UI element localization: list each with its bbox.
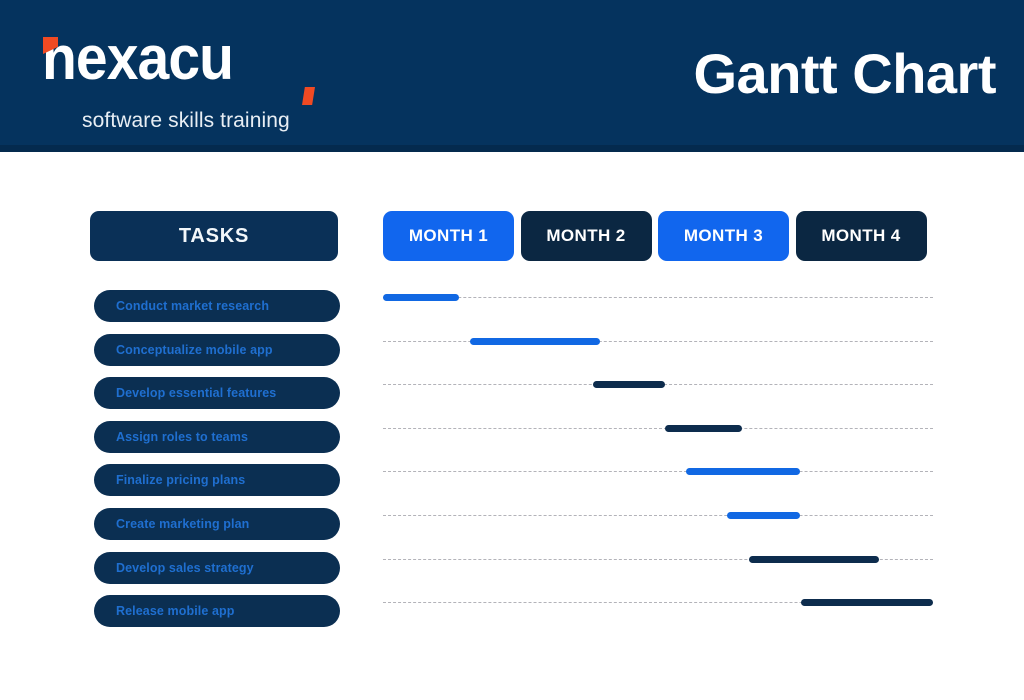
logo-tagline: software skills training <box>82 109 290 132</box>
task-pill-label: Release mobile app <box>116 604 235 619</box>
gantt-gridline <box>383 515 933 516</box>
timeline-month-headers: MONTH 1 MONTH 2 MONTH 3 MONTH 4 <box>383 211 933 261</box>
task-pill[interactable]: Conduct market research <box>94 290 340 322</box>
gantt-row <box>383 595 933 611</box>
gantt-grid <box>383 290 933 630</box>
task-pill[interactable]: Develop sales strategy <box>94 551 340 584</box>
task-pill[interactable]: Develop essential features <box>94 377 340 410</box>
tasks-column-header-label: TASKS <box>178 224 250 247</box>
gantt-row <box>383 421 933 437</box>
nexacu-logo: nexacu software skills training <box>38 24 328 131</box>
month-header-4[interactable]: MONTH 4 <box>795 211 927 261</box>
gantt-bar[interactable] <box>685 468 800 476</box>
task-pill-label: Conceptualize mobile app <box>116 342 273 357</box>
gantt-bar[interactable] <box>664 424 742 432</box>
gantt-row <box>383 290 933 306</box>
gantt-gridline <box>383 427 933 429</box>
task-list: Conduct market research Conceptualize mob… <box>94 290 340 639</box>
logo-accent-bottom-right-icon <box>302 87 315 105</box>
gantt-chart-page: nexacu software skills training Gantt Ch… <box>0 0 1024 700</box>
logo-wordmark: nexacu <box>42 24 234 93</box>
task-pill[interactable]: Create marketing plan <box>94 507 340 540</box>
gantt-bar[interactable] <box>801 599 933 607</box>
gantt-bar[interactable] <box>383 294 459 301</box>
gantt-row <box>383 334 933 350</box>
task-pill-label: Finalize pricing plans <box>116 473 246 488</box>
month-header-1[interactable]: MONTH 1 <box>383 211 514 261</box>
task-pill[interactable]: Assign roles to teams <box>94 420 340 453</box>
gantt-gridline <box>383 297 933 298</box>
task-pill-label: Conduct market research <box>116 299 270 313</box>
month-header-label: MONTH 1 <box>408 226 489 245</box>
month-header-label: MONTH 4 <box>821 226 901 245</box>
month-header-2[interactable]: MONTH 2 <box>520 211 652 261</box>
task-pill[interactable]: Finalize pricing plans <box>94 464 340 497</box>
gantt-gridline <box>383 340 933 342</box>
gantt-gridline <box>383 471 933 473</box>
gantt-bar[interactable] <box>593 381 665 389</box>
task-pill[interactable]: Conceptualize mobile app <box>94 333 340 366</box>
gantt-bar[interactable] <box>469 337 601 345</box>
task-pill-label: Develop sales strategy <box>116 560 254 575</box>
task-pill-label: Create marketing plan <box>116 516 250 531</box>
gantt-row <box>383 377 933 393</box>
gantt-bar[interactable] <box>726 512 800 519</box>
task-pill-label: Develop essential features <box>116 386 277 401</box>
gantt-row <box>383 552 933 568</box>
gantt-row <box>383 508 933 524</box>
page-header: nexacu software skills training Gantt Ch… <box>0 0 1024 152</box>
month-header-label: MONTH 2 <box>546 226 626 245</box>
month-header-label: MONTH 3 <box>683 226 764 245</box>
gantt-row <box>383 464 933 480</box>
month-header-3[interactable]: MONTH 3 <box>658 211 789 261</box>
task-pill[interactable]: Release mobile app <box>94 595 340 628</box>
task-pill-label: Assign roles to teams <box>116 429 249 444</box>
header-underline <box>0 145 1024 152</box>
tasks-column-header: TASKS <box>90 211 338 261</box>
gantt-bar[interactable] <box>748 555 880 563</box>
page-title: Gantt Chart <box>693 42 997 105</box>
